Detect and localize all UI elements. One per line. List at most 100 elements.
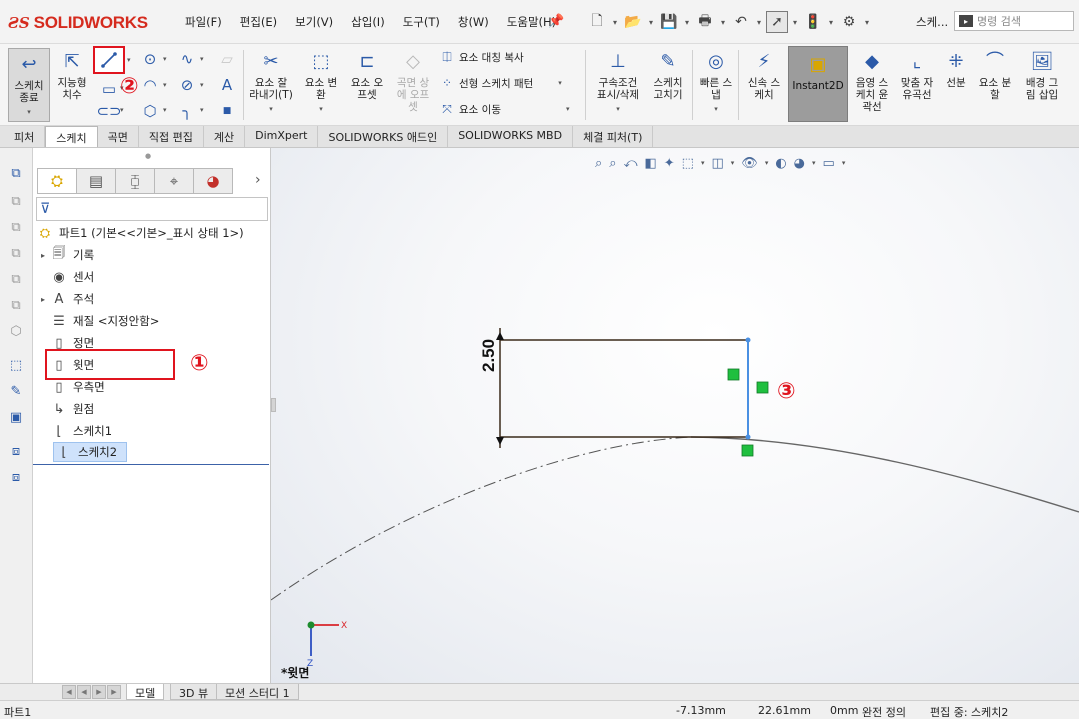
dimxpert-tab-icon[interactable]: ⌖ (154, 168, 194, 194)
split-entities-button[interactable]: ⌒ 요소 분 할 (974, 50, 1016, 102)
convert-entities-button[interactable]: ⬚ 요소 변 환 ▾ (300, 50, 342, 115)
menu-tools[interactable]: 도구(T) (394, 12, 449, 32)
open-dropdown-icon[interactable]: ▾ (646, 18, 656, 27)
slot-icon[interactable]: ⊂⊃ (96, 102, 121, 120)
text-icon[interactable]: A (218, 76, 236, 94)
next-tab-icon[interactable]: ▶ (92, 685, 106, 699)
menu-edit[interactable]: 편집(E) (231, 12, 286, 32)
new-dropdown-icon[interactable]: ▾ (610, 18, 620, 27)
spline-icon[interactable]: ∿ (178, 50, 196, 68)
sketch-end-button[interactable]: ↩ 스케치 종료 ▾ (8, 48, 50, 122)
undo-icon[interactable]: ↶ (730, 11, 752, 33)
construction-arc[interactable] (271, 436, 692, 601)
arc-dropdown-icon[interactable]: ▾ (163, 81, 167, 89)
property-manager-tab-icon[interactable]: ▤ (76, 168, 116, 194)
tab-features[interactable]: 피처 (4, 126, 46, 147)
fillet-icon[interactable]: ╮ (178, 102, 196, 120)
previous-tab-icon[interactable]: ◀ (77, 685, 91, 699)
menu-view[interactable]: 보기(V) (286, 12, 342, 32)
vertical-relation-marker[interactable] (756, 381, 769, 394)
feature-tree-tab-icon[interactable]: ⛭ (37, 168, 77, 194)
graphics-area[interactable]: ⌕ ⌕ ⤺ ◧ ✦ ⬚ ▾ ◫ ▾ 👁 ▾ ◐ ◕ ▾ ▭ ▾ X Z 2.50… (271, 148, 1079, 683)
tab-motion-study[interactable]: 모션 스터디 1 (216, 684, 299, 700)
tree-item-origin[interactable]: ↳ 원점 (37, 399, 95, 419)
polygon-icon[interactable]: ⬡ (141, 102, 159, 120)
gear-icon[interactable]: ⚙ (838, 11, 860, 33)
polygon-dropdown-icon[interactable]: ▾ (163, 106, 167, 114)
select-dropdown-icon[interactable]: ▾ (790, 18, 800, 27)
sketch-tool-icon[interactable]: ✎ (7, 382, 25, 400)
fit-spline-button[interactable]: ⌞ 맞춤 자 유곡선 (896, 50, 938, 102)
tab-addins[interactable]: SOLIDWORKS 애드인 (318, 126, 449, 147)
shaded-sketch-contours-button[interactable]: ◆ 음영 스 케치 윤 곽선 (850, 50, 894, 114)
move-entities-button[interactable]: ⤧ 요소 이동 ▾ (440, 100, 570, 118)
tree-item-sketch2[interactable]: ⌊ 스케치2 (53, 442, 127, 462)
point-icon[interactable]: ■ (218, 102, 236, 120)
select-tool-icon[interactable]: ⬚ (7, 356, 25, 374)
tree-item-right-plane[interactable]: ▯ 우측면 (37, 377, 104, 397)
tab-direct-editing[interactable]: 직접 편집 (139, 126, 204, 147)
tab-model[interactable]: 모델 (126, 684, 165, 700)
command-search[interactable]: ▸ 명령 검색 (954, 11, 1074, 31)
segment-button[interactable]: ⁜ 선분 (940, 50, 972, 90)
rebuild-dropdown-icon[interactable]: ▾ (826, 18, 836, 27)
sketch-picture-button[interactable]: 🖼 배경 그 림 삽입 (1020, 50, 1064, 102)
line-endpoint-bottom[interactable] (745, 434, 751, 440)
tab-3d-view[interactable]: 3D 뷰 (170, 684, 218, 700)
display-delete-relations-button[interactable]: ⊥ 구속조건 표시/삭제 ▾ (590, 50, 646, 115)
new-document-icon[interactable]: 🗋 (586, 11, 608, 33)
move-dropdown-icon[interactable]: ▾ (566, 105, 570, 113)
offset-on-surface-button[interactable]: ◇ 곡면 상 에 오프 셋 (392, 50, 434, 114)
coincident-relation-marker[interactable] (741, 444, 754, 457)
fillet-dropdown-icon[interactable]: ▾ (200, 106, 204, 114)
undo-dropdown-icon[interactable]: ▾ (754, 18, 764, 27)
tree-root-part[interactable]: ⛭ 파트1 (기본<<기본>_표시 상태 1>) (35, 223, 244, 243)
tab-dimxpert[interactable]: DimXpert (245, 126, 319, 147)
layer-tool-2-icon[interactable]: ⧈ (7, 468, 25, 486)
tree-item-annotations[interactable]: ▸ A 주석 (37, 289, 94, 309)
dimension-label[interactable]: 2.50 (479, 339, 499, 372)
display-tool-icon[interactable]: ▣ (7, 408, 25, 426)
rectangle-icon[interactable]: ▭ (100, 80, 118, 98)
display-manager-tab-icon[interactable]: ◕ (193, 168, 233, 194)
tab-sketch[interactable]: 스케치 (45, 126, 98, 147)
tab-fastening-features[interactable]: 체결 피처(T) (573, 126, 654, 147)
save-icon[interactable]: 💾 (658, 11, 680, 33)
circle-icon[interactable]: ⊙ (141, 50, 159, 68)
ellipse-dropdown-icon[interactable]: ▾ (200, 81, 204, 89)
save-dropdown-icon[interactable]: ▾ (682, 18, 692, 27)
panel-grip-icon[interactable]: ● (145, 152, 151, 160)
slot-dropdown-icon[interactable]: ▾ (120, 106, 124, 114)
line-button[interactable] (93, 46, 125, 74)
arc-icon[interactable]: ◠ (141, 76, 159, 94)
filter-field[interactable]: ⊽ (36, 197, 268, 221)
line-dropdown-icon[interactable]: ▾ (127, 56, 131, 64)
line-endpoint-top[interactable] (745, 337, 751, 343)
layer-tool-icon[interactable]: ⧈ (7, 442, 25, 460)
select-pointer-icon[interactable]: ➚ (766, 11, 788, 33)
linear-pattern-dropdown-icon[interactable]: ▾ (558, 79, 562, 87)
options-dropdown-icon[interactable]: ▾ (862, 18, 872, 27)
trim-button[interactable]: ✂ 요소 잘 라내기(T) ▾ (248, 50, 294, 115)
mirror-entities-button[interactable]: ⎅ 요소 대칭 복사 (440, 48, 523, 66)
last-tab-icon[interactable]: ▶ (107, 685, 121, 699)
panel-splitter-handle[interactable] (271, 398, 276, 412)
expand-icon[interactable]: ▸ (37, 295, 49, 304)
menu-file[interactable]: 파일(F) (176, 12, 231, 32)
pin-icon[interactable]: 📌 (548, 14, 564, 29)
tree-item-history[interactable]: ▸ 🗐 기록 (37, 245, 94, 265)
traffic-light-icon[interactable]: 🚦 (802, 11, 824, 33)
tree-item-material[interactable]: ☰ 재질 <지정안함> (37, 311, 159, 331)
menu-window[interactable]: 창(W) (449, 12, 498, 32)
ellipse-icon[interactable]: ⊘ (178, 76, 196, 94)
chevron-right-icon[interactable]: › (255, 172, 261, 188)
relation-marker-1[interactable] (727, 368, 740, 381)
configuration-tab-icon[interactable]: ⧮ (115, 168, 155, 194)
first-tab-icon[interactable]: ◀ (62, 685, 76, 699)
linear-pattern-button[interactable]: ⁘ 선형 스케치 패턴 ▾ (440, 74, 562, 92)
open-folder-icon[interactable]: 📂 (622, 11, 644, 33)
tab-evaluate[interactable]: 계산 (204, 126, 246, 147)
smart-dimension-button[interactable]: ⇱ 지능형 치수 (52, 50, 92, 102)
tree-item-sketch1[interactable]: ⌊ 스케치1 (37, 421, 112, 441)
menu-insert[interactable]: 삽입(I) (342, 12, 394, 32)
